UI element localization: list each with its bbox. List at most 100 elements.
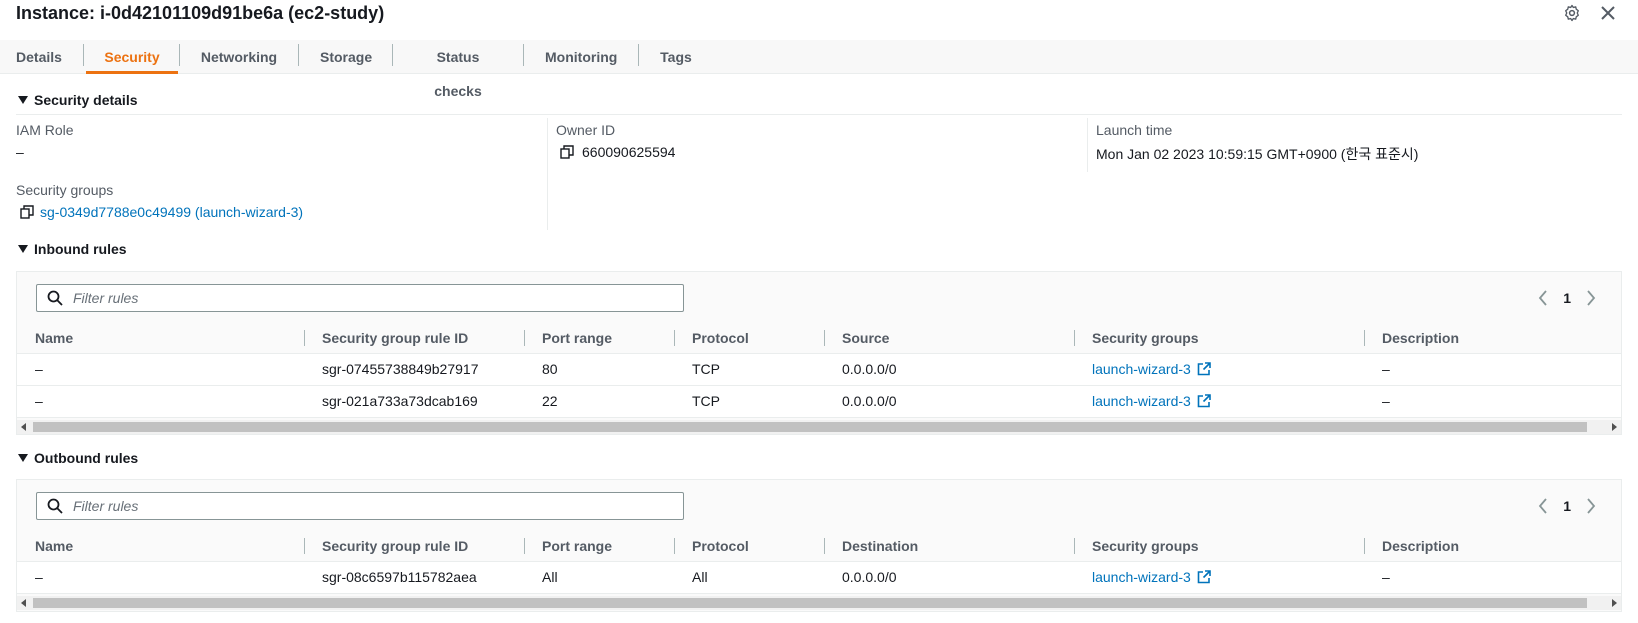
outbound-rules-panel: 1 Name Security group rule ID Port range…	[16, 479, 1622, 612]
security-group-link[interactable]: sg-0349d7788e0c49499 (launch-wizard-3)	[40, 204, 303, 220]
cell-security-groups: launch-wizard-3	[1074, 385, 1364, 418]
tab-networking[interactable]: Networking	[200, 40, 278, 74]
cell-protocol: All	[674, 561, 824, 594]
owner-id-value: 660090625594	[582, 144, 676, 160]
cell-security-groups: launch-wizard-3	[1074, 561, 1364, 594]
copy-icon[interactable]	[560, 145, 574, 159]
column-header-rule-id[interactable]: Security group rule ID	[304, 531, 524, 562]
tab-storage[interactable]: Storage	[320, 40, 372, 74]
divider	[1087, 118, 1088, 172]
chevron-right-icon[interactable]	[1585, 498, 1597, 514]
outbound-rules-table: Name Security group rule ID Port range P…	[17, 531, 1621, 594]
tab-separator	[392, 44, 393, 66]
cell-security-groups: launch-wizard-3	[1074, 353, 1364, 386]
scrollbar-thumb[interactable]	[33, 422, 1587, 432]
iam-role-value: –	[16, 144, 24, 160]
launch-time-value: Mon Jan 02 2023 10:59:15 GMT+0900 (한국 표준…	[1096, 146, 1419, 162]
column-header-rule-id[interactable]: Security group rule ID	[304, 323, 524, 354]
cell-name: –	[17, 561, 304, 594]
cell-source: 0.0.0.0/0	[824, 353, 1074, 386]
security-groups-label: Security groups	[16, 182, 114, 198]
gear-icon[interactable]	[1562, 3, 1582, 23]
column-header-port-range[interactable]: Port range	[524, 323, 674, 354]
divider	[547, 118, 548, 230]
column-header-description[interactable]: Description	[1364, 531, 1621, 562]
outbound-rules-toggle[interactable]: Outbound rules	[18, 450, 138, 466]
caret-down-icon	[18, 454, 28, 462]
column-header-protocol[interactable]: Protocol	[674, 531, 824, 562]
column-header-protocol[interactable]: Protocol	[674, 323, 824, 354]
owner-id-label: Owner ID	[556, 122, 616, 138]
panel-header: Instance: i-0d42101109d91be6a (ec2-study…	[0, 0, 1638, 40]
chevron-right-icon[interactable]	[1585, 290, 1597, 306]
external-link-icon[interactable]	[1197, 394, 1211, 408]
outbound-filter-input[interactable]	[73, 498, 663, 514]
cell-description: –	[1364, 353, 1621, 386]
scroll-left-icon[interactable]	[21, 599, 26, 607]
cell-protocol: TCP	[674, 353, 824, 386]
cell-destination: 0.0.0.0/0	[824, 561, 1074, 594]
scroll-right-icon[interactable]	[1612, 599, 1617, 607]
page-number[interactable]: 1	[1563, 290, 1571, 306]
cell-rule-id: sgr-08c6597b115782aea	[304, 561, 524, 594]
column-header-port-range[interactable]: Port range	[524, 531, 674, 562]
copy-icon[interactable]	[20, 205, 34, 219]
column-header-destination[interactable]: Destination	[824, 531, 1074, 562]
security-group-link[interactable]: launch-wizard-3	[1092, 361, 1191, 377]
security-details-toggle[interactable]: Security details	[18, 92, 138, 108]
chevron-left-icon[interactable]	[1537, 290, 1549, 306]
header-actions	[1562, 3, 1618, 23]
scroll-right-icon[interactable]	[1612, 423, 1617, 431]
column-header-security-groups[interactable]: Security groups	[1074, 531, 1364, 562]
tab-security[interactable]: Security	[86, 40, 178, 74]
scroll-left-icon[interactable]	[21, 423, 26, 431]
outbound-rules-title: Outbound rules	[34, 450, 139, 466]
cell-description: –	[1364, 561, 1621, 594]
caret-down-icon	[18, 245, 28, 253]
column-header-description[interactable]: Description	[1364, 323, 1621, 354]
tab-separator	[83, 44, 84, 66]
cell-rule-id: sgr-021a733a73dcab169	[304, 385, 524, 418]
outbound-pagination: 1	[1537, 498, 1597, 514]
tab-tags[interactable]: Tags	[660, 40, 692, 74]
iam-role-label: IAM Role	[16, 122, 74, 138]
horizontal-scrollbar[interactable]	[17, 420, 1621, 434]
divider	[16, 114, 1622, 115]
security-group-link[interactable]: launch-wizard-3	[1092, 569, 1191, 585]
security-groups-row: sg-0349d7788e0c49499 (launch-wizard-3)	[20, 204, 303, 220]
search-icon	[47, 290, 63, 306]
tab-separator	[179, 44, 180, 66]
cell-protocol: TCP	[674, 385, 824, 418]
search-icon	[47, 498, 63, 514]
table-row: – sgr-021a733a73dcab169 22 TCP 0.0.0.0/0…	[17, 385, 1621, 418]
tab-status-checks[interactable]: Status checks	[413, 40, 503, 99]
tab-separator	[638, 44, 639, 66]
security-group-link[interactable]: launch-wizard-3	[1092, 393, 1191, 409]
inbound-pagination: 1	[1537, 290, 1597, 306]
tab-separator	[298, 44, 299, 66]
table-row: – sgr-07455738849b27917 80 TCP 0.0.0.0/0…	[17, 353, 1621, 386]
caret-down-icon	[18, 96, 28, 104]
external-link-icon[interactable]	[1197, 570, 1211, 584]
column-header-name[interactable]: Name	[17, 323, 304, 354]
owner-id-row: 660090625594	[560, 144, 675, 160]
cell-name: –	[17, 353, 304, 386]
tab-details[interactable]: Details	[16, 40, 62, 74]
cell-source: 0.0.0.0/0	[824, 385, 1074, 418]
inbound-rules-toggle[interactable]: Inbound rules	[18, 241, 127, 257]
tab-bar: Details Security Networking Storage Stat…	[0, 40, 1638, 99]
scrollbar-thumb[interactable]	[33, 598, 1587, 608]
column-header-source[interactable]: Source	[824, 323, 1074, 354]
close-icon[interactable]	[1598, 3, 1618, 23]
column-header-name[interactable]: Name	[17, 531, 304, 562]
chevron-left-icon[interactable]	[1537, 498, 1549, 514]
external-link-icon[interactable]	[1197, 362, 1211, 376]
table-header-row: Name Security group rule ID Port range P…	[17, 531, 1621, 562]
page-number[interactable]: 1	[1563, 498, 1571, 514]
inbound-filter-input[interactable]	[73, 290, 663, 306]
outbound-filter	[36, 492, 684, 520]
horizontal-scrollbar[interactable]	[17, 596, 1621, 610]
tab-monitoring[interactable]: Monitoring	[545, 40, 617, 74]
table-header-row: Name Security group rule ID Port range P…	[17, 323, 1621, 354]
column-header-security-groups[interactable]: Security groups	[1074, 323, 1364, 354]
